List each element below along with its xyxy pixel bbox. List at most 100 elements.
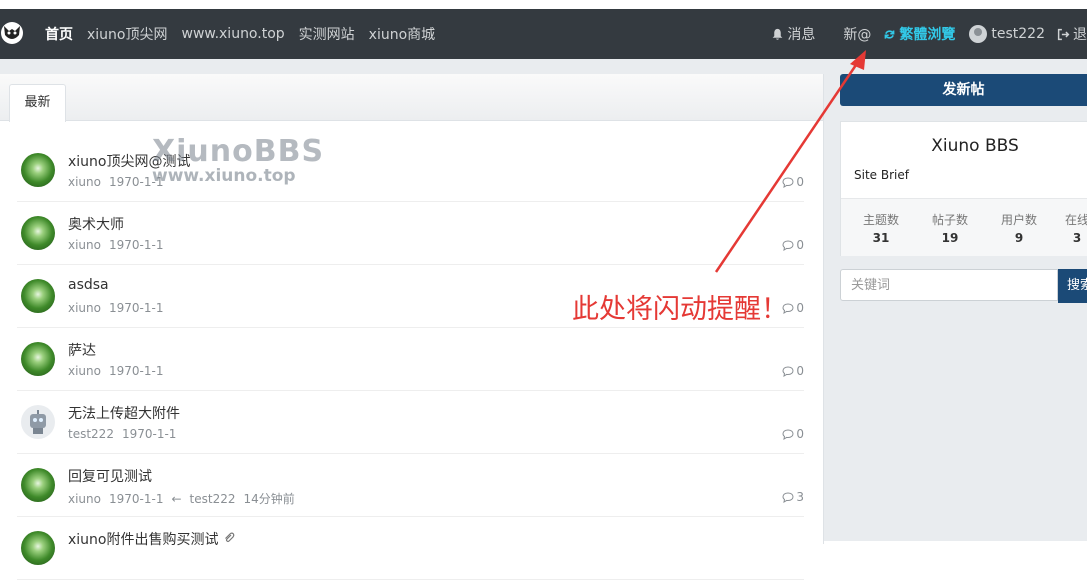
thread-item[interactable]: 回复可见测试 xiuno 1970-1-1 ← test222 14分钟前 3: [17, 454, 804, 517]
comment-icon: [782, 365, 794, 377]
thread-title[interactable]: 奥术大师: [68, 214, 124, 234]
last-reply-time: 14分钟前: [243, 492, 295, 506]
nav-menu: 首页 xiuno顶尖网 www.xiuno.top 实测网站 xiuno商城: [45, 9, 435, 59]
thread-title-text: xiuno附件出售购买测试: [68, 532, 219, 548]
nav-right: 消息 新@ 繁體浏覽 test222 退: [771, 9, 1087, 59]
thread-avatar[interactable]: [21, 279, 55, 313]
thread-title[interactable]: 萨达: [68, 340, 96, 360]
nav-item-test-site[interactable]: 实测网站: [299, 24, 355, 44]
thread-author[interactable]: xiuno: [68, 301, 101, 315]
tab-latest[interactable]: 最新: [9, 84, 66, 122]
stat-label: 用户数: [1000, 213, 1037, 227]
thread-item[interactable]: 无法上传超大附件 test222 1970-1-1 0: [17, 391, 804, 454]
site-logo-icon[interactable]: [0, 21, 24, 45]
logout-icon: [1057, 28, 1070, 40]
navbar: 首页 xiuno顶尖网 www.xiuno.top 实测网站 xiuno商城 消…: [0, 9, 1087, 59]
search-input[interactable]: 关键词: [840, 269, 1058, 301]
thread-date: 1970-1-1: [121, 427, 177, 441]
site-brief: Site Brief: [854, 168, 909, 182]
thread-title[interactable]: 回复可见测试: [68, 466, 152, 486]
tab-bar: 最新: [0, 74, 823, 122]
thread-author[interactable]: xiuno: [68, 175, 101, 189]
logout-link[interactable]: 退: [1057, 24, 1087, 44]
logout-label: 退: [1073, 27, 1087, 43]
stat-label: 在线: [1064, 213, 1087, 227]
messages-link[interactable]: 消息: [771, 24, 815, 44]
thread-title[interactable]: asdsa: [68, 277, 109, 293]
reply-count-value: 3: [796, 490, 804, 504]
nav-item-home[interactable]: 首页: [45, 24, 73, 44]
thread-avatar[interactable]: [21, 405, 55, 439]
thread-item[interactable]: 萨达 xiuno 1970-1-1 0: [17, 328, 804, 391]
site-info-card: Xiuno BBS Site Brief 主题数 31 帖子数 19 用户数 9 在线…: [840, 121, 1087, 256]
reply-count: 0: [782, 175, 804, 189]
refresh-icon: [885, 29, 895, 39]
thread-meta: xiuno 1970-1-1: [68, 175, 163, 189]
reply-count: 3: [782, 490, 804, 504]
site-stats: 主题数 31 帖子数 19 用户数 9 在线 3: [841, 198, 1087, 256]
thread-item[interactable]: xiuno顶尖网@测试 xiuno 1970-1-1 0: [17, 139, 804, 202]
stat-users: 用户数 9: [989, 211, 1049, 245]
thread-date: 1970-1-1: [109, 364, 164, 378]
user-avatar: [969, 25, 988, 43]
top-gap: [0, 0, 1087, 9]
thread-avatar[interactable]: [21, 216, 55, 250]
reply-count-value: 0: [796, 427, 804, 441]
nav-item-www[interactable]: www.xiuno.top: [182, 26, 285, 42]
new-post-button[interactable]: 发新帖: [840, 74, 1087, 106]
stat-value: 19: [941, 231, 959, 245]
thread-avatar[interactable]: [21, 342, 55, 376]
thread-date: 1970-1-1: [109, 238, 164, 252]
thread-meta: xiuno 1970-1-1: [68, 364, 163, 378]
comment-icon: [782, 176, 794, 188]
thread-author[interactable]: xiuno: [68, 238, 101, 252]
thread-date: 1970-1-1: [109, 492, 164, 506]
site-name: Xiuno BBS: [931, 136, 1019, 156]
search-button[interactable]: 搜索: [1058, 269, 1087, 303]
thread-meta: test222 1970-1-1: [68, 427, 176, 441]
nav-item-shop[interactable]: xiuno商城: [369, 24, 436, 44]
thread-author[interactable]: test222: [68, 427, 114, 441]
robot-avatar-icon: [30, 410, 46, 434]
traditional-chinese-link[interactable]: 繁體浏覽: [883, 24, 955, 44]
watermark-url: www.xiuno.top: [152, 166, 296, 186]
new-at-link[interactable]: 新@: [843, 24, 871, 44]
thread-author[interactable]: xiuno: [68, 492, 101, 506]
paperclip-icon: [224, 532, 234, 543]
thread-title[interactable]: xiuno附件出售购买测试: [68, 529, 235, 549]
stat-value: 3: [1072, 231, 1082, 245]
user-menu[interactable]: test222: [969, 25, 1045, 43]
thread-author[interactable]: xiuno: [68, 364, 101, 378]
reply-count-value: 0: [796, 175, 804, 189]
reply-count-value: 0: [796, 238, 804, 252]
stat-threads: 主题数 31: [851, 211, 911, 245]
thread-meta: xiuno 1970-1-1: [68, 301, 163, 315]
thread-date: 1970-1-1: [109, 301, 164, 315]
thread-avatar[interactable]: [21, 468, 55, 502]
stat-online: 在线 3: [1047, 211, 1087, 245]
stat-posts: 帖子数 19: [920, 211, 980, 245]
thread-avatar[interactable]: [21, 153, 55, 187]
comment-icon: [782, 428, 794, 440]
reply-count: 0: [782, 364, 804, 378]
search-form: 关键词 搜索: [840, 269, 1087, 303]
thread-item[interactable]: xiuno附件出售购买测试: [17, 517, 804, 580]
reply-count: 0: [782, 427, 804, 441]
stat-label: 帖子数: [931, 213, 968, 227]
stat-value: 31: [872, 231, 890, 245]
annotation-text: 此处将闪动提醒！: [572, 294, 788, 325]
traditional-label: 繁體浏覽: [899, 27, 956, 43]
bell-icon: [773, 28, 783, 40]
last-reply-user[interactable]: test222: [190, 492, 236, 506]
thread-list: xiuno顶尖网@测试 xiuno 1970-1-1 0 奥术大师 xiuno 19…: [17, 139, 804, 580]
stat-value: 9: [1014, 231, 1024, 245]
username: test222: [991, 26, 1045, 42]
thread-title[interactable]: 无法上传超大附件: [68, 403, 180, 423]
reply-count-value: 0: [796, 364, 804, 378]
reply-count-value: 0: [796, 301, 804, 315]
watermark-title: XiunoBBS: [152, 134, 325, 169]
thread-item[interactable]: 奥术大师 xiuno 1970-1-1 0: [17, 202, 804, 265]
reply-count: 0: [782, 238, 804, 252]
nav-item-xiuno-top[interactable]: xiuno顶尖网: [87, 24, 168, 44]
thread-avatar[interactable]: [21, 531, 55, 565]
